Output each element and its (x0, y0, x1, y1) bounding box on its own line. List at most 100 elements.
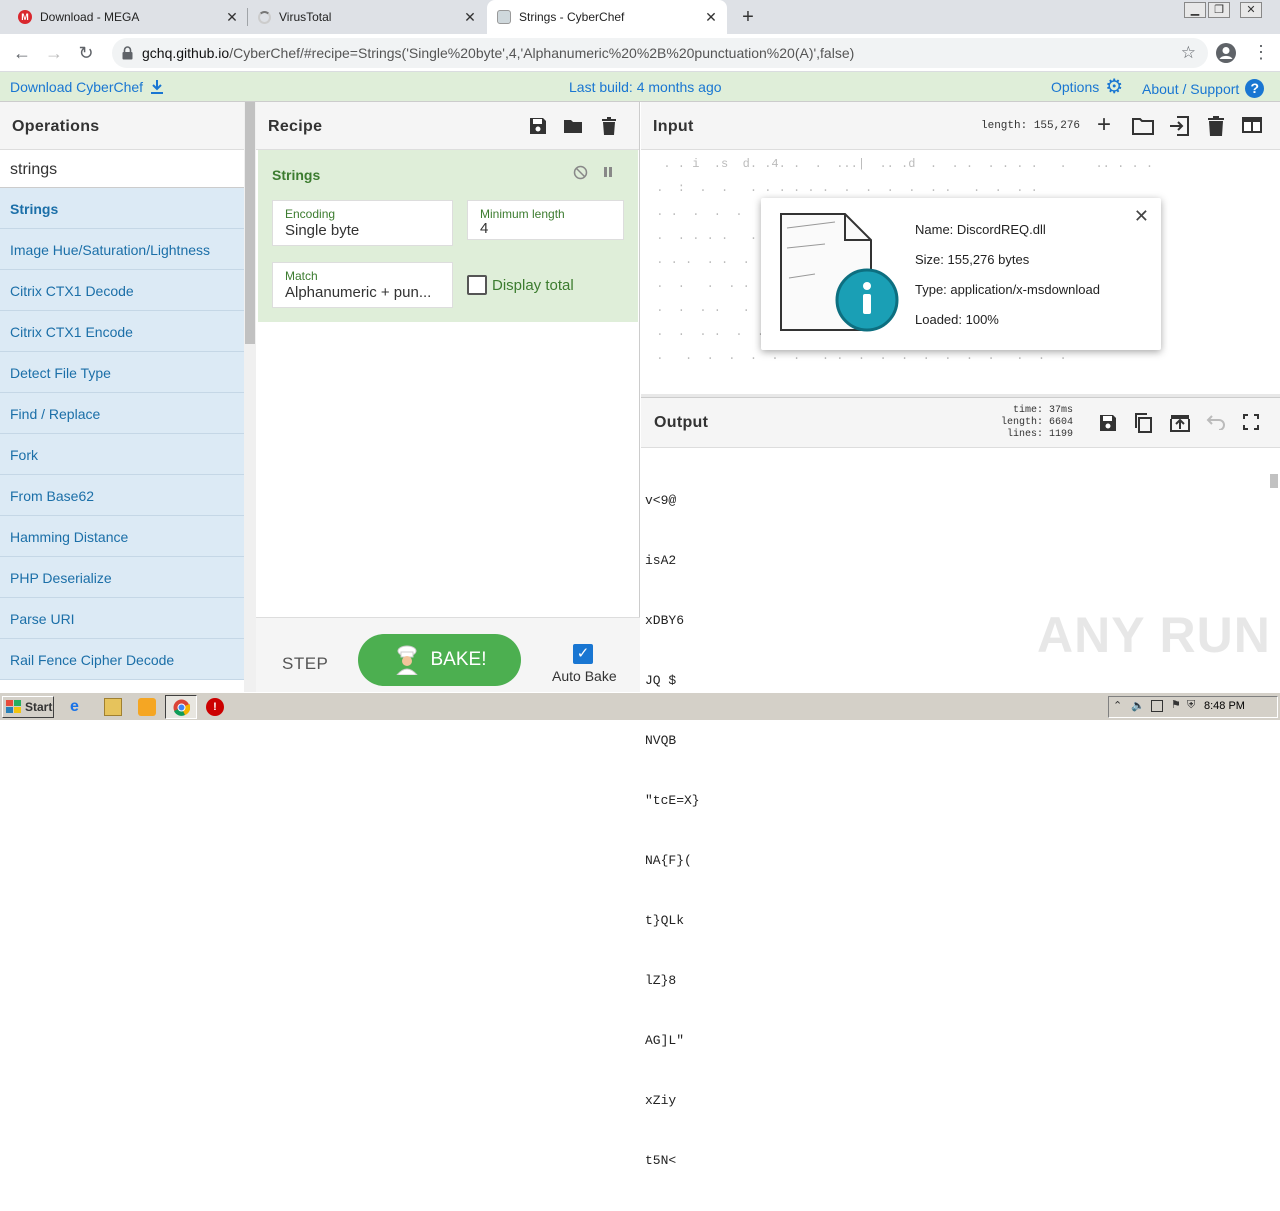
url-input[interactable]: gchq.github.io/CyberChef/#recipe=Strings… (112, 38, 1208, 68)
tab-virustotal[interactable]: VirusTotal ✕ (248, 0, 486, 34)
forward-icon[interactable]: → (44, 43, 64, 63)
scrollbar-thumb[interactable] (1270, 474, 1278, 488)
scrollbar-thumb[interactable] (245, 102, 255, 344)
bake-label: BAKE! (430, 649, 487, 670)
op-item-image-hue[interactable]: Image Hue/Saturation/Lightness (0, 229, 244, 270)
download-cyberchef-link[interactable]: Download CyberChef (10, 79, 165, 95)
flag-icon[interactable]: ⚑ (1171, 698, 1181, 711)
save-output-icon[interactable] (1098, 413, 1118, 433)
url-text: gchq.github.io/CyberChef/#recipe=Strings… (142, 45, 855, 61)
file-size: Size: 155,276 bytes (915, 252, 1030, 267)
match-label: Match (285, 269, 318, 283)
minimum-length-field[interactable]: Minimum length 4 (467, 200, 624, 240)
match-value: Alphanumeric + pun... (285, 284, 432, 301)
network-icon[interactable] (1151, 700, 1163, 712)
profile-icon[interactable] (1215, 42, 1237, 64)
output-text[interactable]: v<9@ isA2 xDBY6 JQ $ NVQB "tcE=X} NA{F}(… (645, 451, 700, 1211)
folder-icon[interactable] (563, 116, 583, 136)
bake-button[interactable]: BAKE! (358, 634, 521, 686)
op-item-find-replace[interactable]: Find / Replace (0, 393, 244, 434)
display-total-checkbox[interactable] (467, 275, 487, 295)
op-item-hamming-distance[interactable]: Hamming Distance (0, 516, 244, 557)
close-icon[interactable]: ✕ (462, 9, 478, 25)
volume-icon[interactable]: 🔈 (1131, 699, 1145, 712)
operations-list: Strings Image Hue/Saturation/Lightness C… (0, 188, 255, 680)
file-loaded: Loaded: 100% (915, 312, 999, 327)
tab-cyberchef[interactable]: Strings - CyberChef ✕ (487, 0, 727, 34)
media-player-icon[interactable] (138, 698, 156, 716)
minimize-button[interactable]: ▁ (1184, 2, 1206, 18)
operations-title: Operations (0, 102, 255, 150)
op-item-parse-uri[interactable]: Parse URI (0, 598, 244, 639)
mega-icon: M (18, 10, 32, 24)
start-button[interactable]: Start (2, 696, 54, 718)
about-label: About / Support (1142, 80, 1240, 97)
chef-icon (395, 645, 418, 675)
tab-title: VirusTotal (279, 10, 332, 24)
disable-icon[interactable] (573, 165, 588, 180)
output-line: NA{F}( (645, 853, 692, 868)
op-item-citrix-decode[interactable]: Citrix CTX1 Decode (0, 270, 244, 311)
download-icon (151, 80, 164, 94)
lock-icon (122, 46, 133, 60)
file-name: Name: DiscordREQ.dll (915, 222, 1046, 237)
about-support-link[interactable]: About / Support ? (1142, 79, 1265, 98)
match-field[interactable]: Match Alphanumeric + pun... (272, 262, 453, 308)
options-label: Options (1051, 79, 1100, 95)
tab-mega[interactable]: M Download - MEGA ✕ (8, 0, 248, 34)
stop-icon[interactable]: ! (206, 698, 224, 716)
file-info-icon (780, 213, 899, 332)
close-icon[interactable]: ✕ (703, 9, 719, 25)
restore-button[interactable]: ❐ (1208, 2, 1230, 18)
close-icon[interactable]: ✕ (224, 9, 240, 25)
step-button[interactable]: STEP (282, 654, 328, 674)
op-item-rail-fence[interactable]: Rail Fence Cipher Decode (0, 639, 244, 680)
reload-icon[interactable]: ↻ (76, 43, 96, 63)
undo-icon[interactable] (1206, 414, 1226, 430)
output-time: time: 37ms (1012, 405, 1073, 416)
close-icon[interactable]: ✕ (1134, 206, 1149, 227)
new-tab-button[interactable]: + (738, 7, 758, 27)
back-icon[interactable]: ← (12, 43, 32, 63)
security-icon[interactable]: ⛨ (1187, 699, 1195, 712)
bake-bar: STEP BAKE! ✓ Auto Bake (256, 617, 640, 692)
chrome-taskbar-button[interactable] (165, 695, 197, 719)
operations-search-input[interactable]: strings (0, 150, 255, 188)
cyberchef-banner: Download CyberChef Last build: 4 months … (0, 72, 1280, 102)
encoding-value: Single byte (285, 222, 360, 239)
copy-icon[interactable] (1133, 412, 1153, 434)
output-line: t}QLk (645, 913, 685, 928)
menu-icon[interactable]: ⋮ (1252, 42, 1270, 62)
add-input-icon[interactable]: + (1097, 113, 1111, 137)
trash-icon[interactable] (599, 116, 619, 136)
save-icon[interactable] (528, 116, 548, 136)
ie-icon[interactable]: e (70, 698, 88, 716)
open-file-icon[interactable] (1168, 115, 1190, 137)
auto-bake-checkbox[interactable]: ✓ (573, 644, 593, 664)
explorer-icon[interactable] (104, 698, 122, 716)
op-item-detect-file-type[interactable]: Detect File Type (0, 352, 244, 393)
open-folder-icon[interactable] (1132, 116, 1154, 136)
layout-icon[interactable] (1241, 116, 1263, 134)
bookmark-star-icon[interactable]: ☆ (1181, 43, 1196, 63)
gear-icon: ⚙ (1105, 76, 1124, 98)
file-type: Type: application/x-msdownload (915, 282, 1100, 297)
browser-tab-strip: M Download - MEGA ✕ VirusTotal ✕ Strings… (0, 0, 1280, 34)
op-item-fork[interactable]: Fork (0, 434, 244, 475)
op-item-from-base62[interactable]: From Base62 (0, 475, 244, 516)
op-item-strings[interactable]: Strings (0, 188, 244, 229)
pause-icon[interactable] (602, 166, 614, 178)
op-item-php-deserialize[interactable]: PHP Deserialize (0, 557, 244, 598)
replace-input-icon[interactable] (1169, 413, 1191, 433)
file-details-card: Name: DiscordREQ.dll Size: 155,276 bytes… (761, 198, 1161, 350)
operations-panel: Operations strings Strings Image Hue/Sat… (0, 102, 256, 692)
options-link[interactable]: Options ⚙ (1051, 76, 1124, 98)
close-window-button[interactable]: ✕ (1240, 2, 1262, 18)
clear-input-icon[interactable] (1206, 115, 1226, 137)
encoding-field[interactable]: Encoding Single byte (272, 200, 453, 246)
operations-scrollbar[interactable] (244, 102, 256, 692)
maximize-icon[interactable] (1243, 414, 1259, 430)
output-line: isA2 (645, 553, 677, 568)
tray-expand-icon[interactable]: ⌃ (1113, 699, 1122, 712)
op-item-citrix-encode[interactable]: Citrix CTX1 Encode (0, 311, 244, 352)
